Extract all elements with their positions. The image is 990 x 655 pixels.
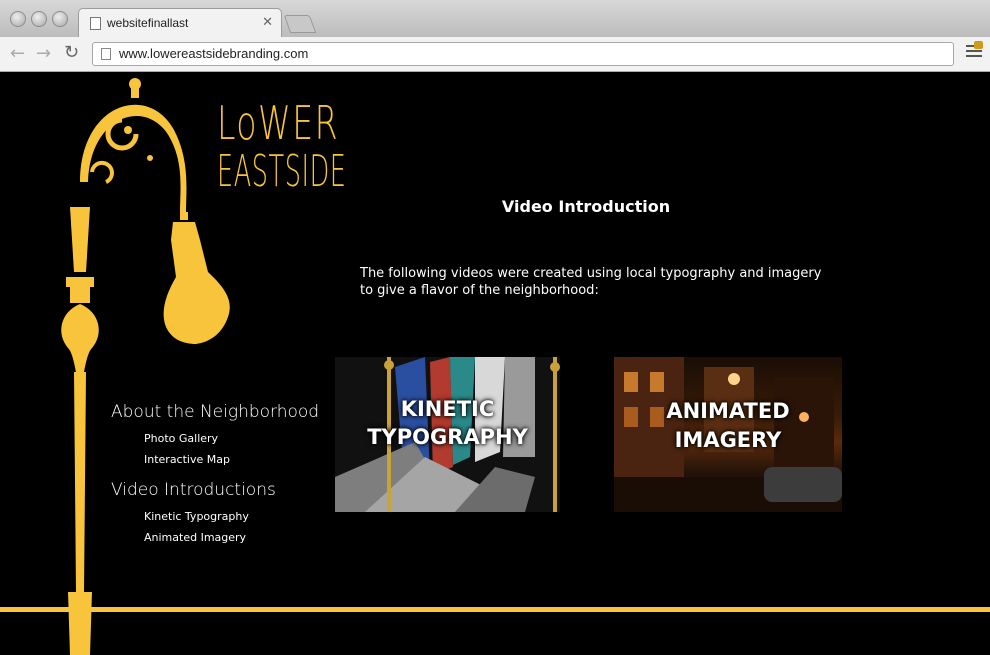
- nav-photo-gallery[interactable]: Photo Gallery: [144, 428, 319, 449]
- thumb-label-line: TYPOGRAPHY: [367, 425, 528, 449]
- settings-menu-icon[interactable]: [966, 41, 983, 60]
- thumb-label-line: ANIMATED: [666, 399, 790, 423]
- page-content: LoWER EASTSIDE Video Introduction The fo…: [0, 72, 990, 655]
- address-bar[interactable]: www.lowereastsidebranding.com: [92, 42, 954, 66]
- nav-kinetic-typography[interactable]: Kinetic Typography: [144, 506, 319, 527]
- close-tab-icon[interactable]: ✕: [262, 15, 273, 30]
- browser-toolbar: ← → ↻ www.lowereastsidebranding.com: [0, 37, 990, 72]
- kinetic-typography-video-thumbnail[interactable]: KINETIC TYPOGRAPHY: [335, 357, 560, 512]
- kinetic-typography-label: KINETIC TYPOGRAPHY: [335, 395, 560, 451]
- close-window-icon[interactable]: [10, 11, 26, 27]
- nav-interactive-map[interactable]: Interactive Map: [144, 449, 319, 470]
- logo-eastside[interactable]: EASTSIDE: [217, 150, 347, 194]
- animated-imagery-label: ANIMATED IMAGERY: [614, 397, 842, 455]
- logo-lower[interactable]: LoWER: [217, 100, 339, 146]
- street-lamp-icon: [61, 78, 230, 655]
- forward-icon[interactable]: →: [36, 43, 51, 64]
- tab-strip: websitefinallast ✕: [0, 0, 990, 38]
- nav-about-neighborhood[interactable]: About the Neighborhood: [111, 402, 319, 422]
- tab-title: websitefinallast: [107, 16, 189, 30]
- thumb-label-line: KINETIC: [400, 397, 495, 421]
- active-tab[interactable]: websitefinallast ✕: [78, 8, 282, 38]
- url-text: www.lowereastsidebranding.com: [119, 46, 309, 61]
- back-icon[interactable]: ←: [10, 43, 25, 64]
- page-icon: [90, 17, 101, 30]
- new-tab-button[interactable]: [283, 15, 317, 33]
- nav-video-introductions[interactable]: Video Introductions: [111, 480, 319, 500]
- page-title: Video Introduction: [501, 197, 671, 216]
- nav-animated-imagery[interactable]: Animated Imagery: [144, 527, 319, 548]
- footer-stripe: [0, 607, 990, 612]
- reload-icon[interactable]: ↻: [64, 42, 79, 63]
- update-badge-icon: [974, 41, 983, 49]
- thumb-label-line: IMAGERY: [674, 428, 782, 452]
- animated-imagery-video-thumbnail[interactable]: ANIMATED IMAGERY: [614, 357, 842, 512]
- zoom-window-icon[interactable]: [52, 11, 68, 27]
- intro-text: The following videos were created using …: [360, 266, 822, 298]
- side-nav: About the Neighborhood Photo Gallery Int…: [111, 402, 319, 548]
- minimize-window-icon[interactable]: [31, 11, 47, 27]
- page-icon: [101, 48, 111, 60]
